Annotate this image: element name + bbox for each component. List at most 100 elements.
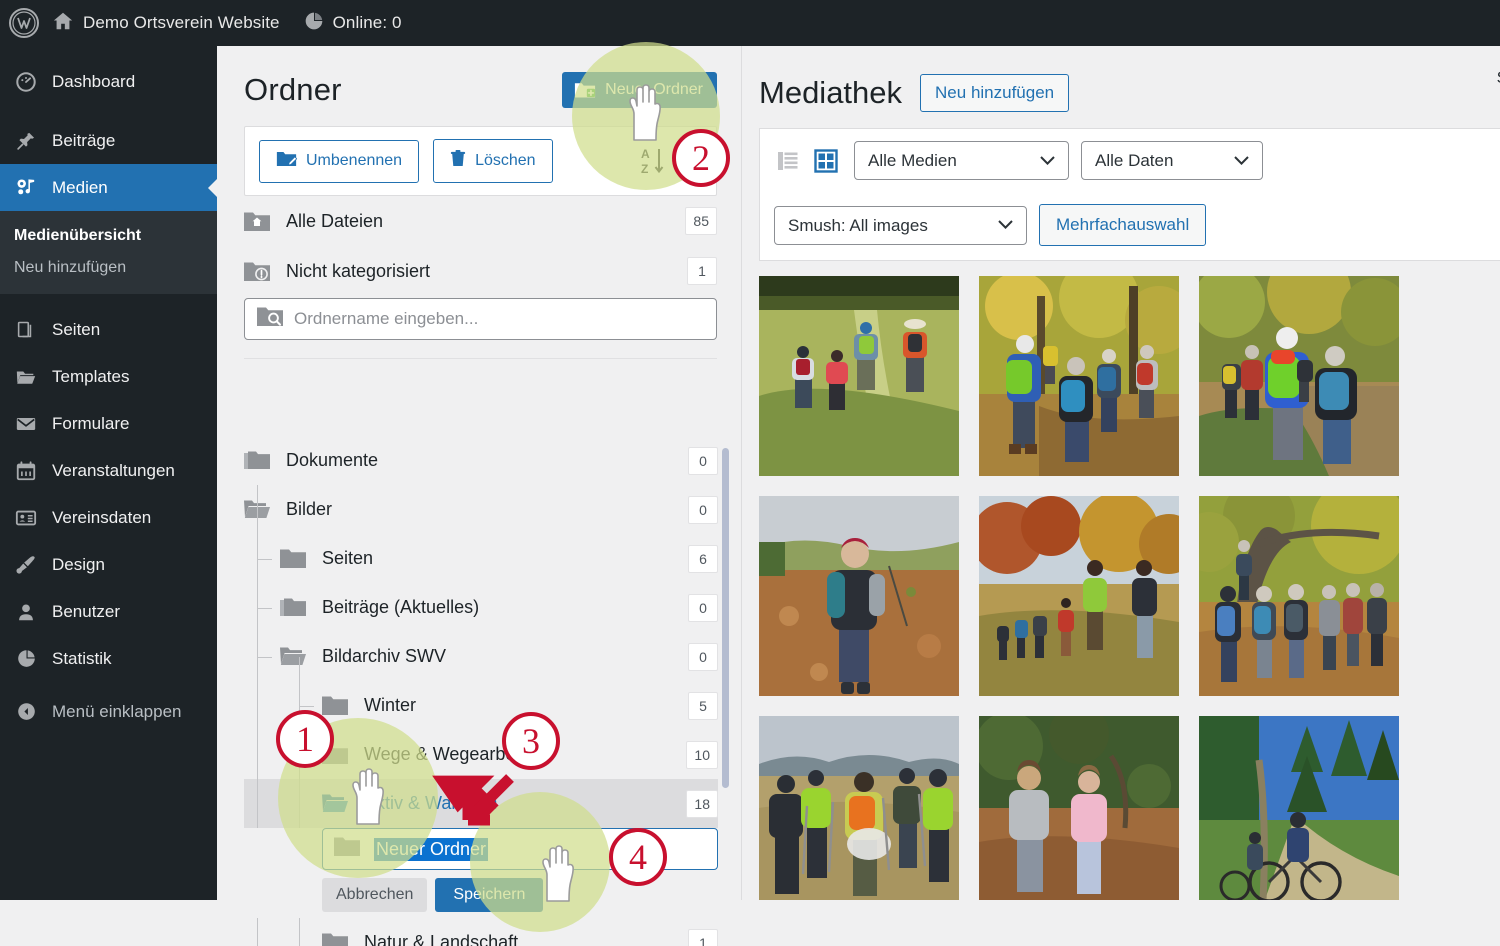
folder-edit-icon (276, 150, 297, 173)
online-count: Online: 0 (333, 13, 402, 33)
new-folder-button-label: Neuer Ordner (605, 81, 703, 99)
sidebar-item-formulare[interactable]: Formulare (0, 400, 217, 447)
folder-row-natur-landschaft[interactable]: Natur & Landschaft 1 (244, 918, 718, 946)
sidebar-item-dashboard[interactable]: Dashboard (0, 58, 217, 105)
sidebar-item-seiten[interactable]: Seiten (0, 306, 217, 353)
folder-row-label: Nicht kategorisiert (286, 261, 687, 282)
folder-warning-icon (244, 260, 272, 282)
svg-text:Z: Z (641, 162, 648, 176)
media-header: Mediathek Neu hinzufügen (743, 46, 1500, 112)
folder-row-count: 0 (688, 643, 718, 671)
media-thumbnail[interactable] (979, 276, 1179, 476)
folder-row-dokumente[interactable]: Dokumente 0 (244, 436, 718, 485)
folder-search-input[interactable] (294, 309, 704, 329)
list-view-icon[interactable] (774, 147, 802, 175)
chevron-left-circle-icon (14, 700, 38, 724)
rename-label: Umbenennen (306, 152, 402, 170)
folder-panel-title: Ordner (244, 72, 342, 108)
folder-open-icon (322, 793, 350, 815)
media-submenu: Medienübersicht Neu hinzufügen (0, 211, 217, 294)
grid-view-icon[interactable] (812, 147, 840, 175)
media-thumbnail[interactable] (1199, 496, 1399, 696)
delete-folder-button[interactable]: Löschen (433, 139, 553, 183)
submenu-label: Neu hinzufügen (14, 259, 126, 276)
folder-tree[interactable]: Dokumente 0 Bilder 0 Seiten 6 Beiträge (… (217, 436, 742, 946)
sidebar-item-veranstaltungen[interactable]: Veranstaltungen (0, 447, 217, 494)
media-type-filter-wrap: Alle Medien (854, 141, 1069, 180)
user-icon (14, 600, 38, 624)
media-library: Mediathek Neu hinzufügen Alle Medien All… (743, 46, 1500, 900)
bulk-select-button[interactable]: Mehrfachauswahl (1039, 204, 1206, 246)
sidebar-item-statistik[interactable]: Statistik (0, 635, 217, 682)
folder-row-seiten[interactable]: Seiten 6 (244, 534, 718, 583)
folder-row-nicht-kategorisiert[interactable]: Nicht kategorisiert 1 (244, 246, 717, 296)
sidebar-item-beitraege[interactable]: Beiträge (0, 117, 217, 164)
folder-row-count: 0 (688, 594, 718, 622)
folder-plus-icon (574, 81, 596, 99)
cancel-button[interactable]: Abbrechen (322, 878, 427, 912)
media-thumbnail[interactable] (1199, 276, 1399, 476)
submenu-item-neu-hinzufuegen[interactable]: Neu hinzufügen (0, 252, 217, 284)
wordpress-logo-icon[interactable] (8, 7, 40, 39)
new-folder-button[interactable]: Neuer Ordner (562, 72, 717, 108)
id-card-icon (14, 506, 38, 530)
search-input-peek[interactable]: S (1497, 68, 1500, 88)
collapse-menu-button[interactable]: Menü einklappen (0, 688, 217, 735)
online-stats-item[interactable]: Online: 0 (292, 0, 414, 46)
folder-open-icon (244, 499, 272, 521)
submenu-item-medienuebersicht[interactable]: Medienübersicht (0, 220, 217, 252)
media-thumbnail[interactable] (1199, 716, 1399, 900)
folder-row-label: Seiten (322, 548, 688, 569)
folder-row-bilder[interactable]: Bilder 0 (244, 485, 718, 534)
site-name-item[interactable]: Demo Ortsverein Website (40, 0, 292, 46)
folder-row-count: 1 (688, 929, 718, 946)
media-grid (759, 276, 1500, 900)
rename-folder-button[interactable]: Umbenennen (259, 140, 419, 183)
folder-divider (244, 358, 717, 359)
save-button[interactable]: Speichern (435, 878, 543, 912)
folder-row-winter[interactable]: Winter 5 (244, 681, 718, 730)
sidebar-label: Medien (52, 178, 108, 198)
sidebar-item-vereinsdaten[interactable]: Vereinsdaten (0, 494, 217, 541)
sidebar-item-templates[interactable]: Templates (0, 353, 217, 400)
media-thumbnail[interactable] (759, 496, 959, 696)
date-filter[interactable]: Alle Daten (1081, 141, 1263, 180)
collapse-label: Menü einklappen (52, 702, 181, 722)
folder-open-icon (14, 365, 38, 389)
sidebar-item-design[interactable]: Design (0, 541, 217, 588)
folder-row-label: Winter (364, 695, 688, 716)
folder-row-count: 85 (685, 207, 717, 235)
folder-row-beitraege-aktuelles[interactable]: Beiträge (Aktuelles) 0 (244, 583, 718, 632)
page-title: Mediathek (759, 75, 902, 111)
sidebar-label: Dashboard (52, 72, 135, 92)
add-new-media-button[interactable]: Neu hinzufügen (920, 74, 1069, 112)
media-thumbnail[interactable] (979, 716, 1179, 900)
media-thumbnail[interactable] (759, 276, 959, 476)
sidebar-label: Vereinsdaten (52, 508, 151, 528)
media-type-filter[interactable]: Alle Medien (854, 141, 1069, 180)
home-folder-icon (244, 210, 272, 232)
admin-sidebar: Dashboard Beiträge Medien Medienübersich… (0, 46, 217, 900)
folder-row-alle-dateien[interactable]: Alle Dateien 85 (244, 196, 717, 246)
folder-row-aktiv-wandern[interactable]: Aktiv & Wandern 18 (244, 779, 718, 828)
calendar-icon (14, 459, 38, 483)
sidebar-label: Formulare (52, 414, 129, 434)
media-thumbnail[interactable] (759, 716, 959, 900)
folder-row-wege-wegearbeit[interactable]: Wege & Wegearbeit 10 (244, 730, 718, 779)
folder-tree-scrollbar[interactable] (722, 448, 729, 788)
dashboard-icon (14, 70, 38, 94)
sidebar-label: Beiträge (52, 131, 115, 151)
sidebar-item-medien[interactable]: Medien (0, 164, 217, 211)
folder-row-label: Bilder (286, 499, 688, 520)
sidebar-item-benutzer[interactable]: Benutzer (0, 588, 217, 635)
folder-row-bildarchiv-swv[interactable]: Bildarchiv SWV 0 (244, 632, 718, 681)
folder-panel: Ordner Neuer Ordner Umbenennen Löschen A… (217, 46, 742, 900)
pie-chart-icon (304, 11, 324, 36)
admin-bar: Demo Ortsverein Website Online: 0 (0, 0, 1500, 46)
smush-filter[interactable]: Smush: All images (774, 206, 1027, 245)
media-thumbnail[interactable] (979, 496, 1179, 696)
new-folder-name-input[interactable]: Neuer Ordner (322, 828, 718, 870)
folder-row-count: 10 (686, 741, 718, 769)
folder-icon (322, 932, 350, 946)
sort-az-icon[interactable]: A Z (636, 142, 670, 180)
